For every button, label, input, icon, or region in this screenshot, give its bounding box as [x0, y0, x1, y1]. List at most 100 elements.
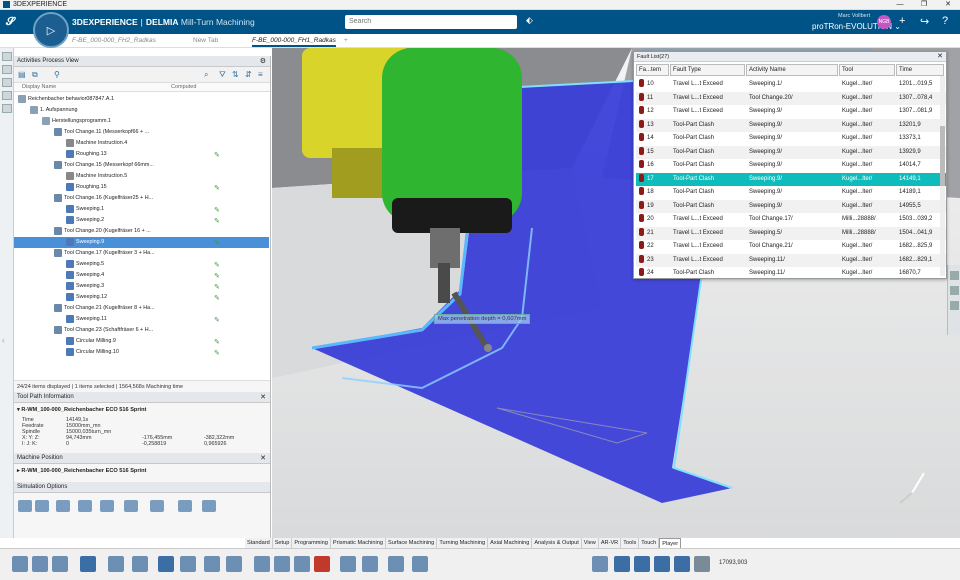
play-path-icon[interactable]	[158, 556, 174, 572]
play-icon[interactable]	[634, 556, 650, 572]
strip-tool-icon[interactable]	[2, 91, 12, 100]
help-icon[interactable]: ?	[942, 15, 948, 27]
sim-option-icon[interactable]	[202, 500, 216, 512]
view-tool-icon[interactable]	[950, 271, 959, 280]
workbench-tab[interactable]: Programming	[292, 538, 331, 548]
undo-icon[interactable]	[80, 556, 96, 572]
stock-icon[interactable]	[294, 556, 310, 572]
fault-row[interactable]: 11 Travel L...t Exceed Tool Change.20/Kuge…	[636, 91, 946, 105]
fault-row[interactable]: 17 Tool-Part Clash Sweeping.9/Kugel...lter…	[636, 172, 946, 186]
tree-row[interactable]: Sweeping.1 ✎	[14, 204, 269, 215]
tree-row[interactable]: Tool Change.11 (Messerkopf66 + ...	[14, 127, 269, 138]
tab-fh2[interactable]: F-BE_000-000_FH2_Radkas	[72, 37, 156, 44]
workbench-tab[interactable]: Axial Machining	[488, 538, 533, 548]
tree-row[interactable]: Sweeping.5 ✎	[14, 259, 269, 270]
minimize-button[interactable]: —	[888, 0, 912, 10]
view-tool-icon[interactable]	[950, 301, 959, 310]
fault-row[interactable]: 18 Tool-Part Clash Sweeping.9/Kugel...lter…	[636, 186, 946, 200]
funnel-icon[interactable]: ⛛	[219, 70, 226, 80]
workbench-tab[interactable]: Surface Machining	[385, 538, 438, 548]
tree-row[interactable]: Circular Milling.9 ✎	[14, 336, 269, 347]
col-tool[interactable]: Tool	[839, 64, 895, 76]
paste-icon[interactable]	[52, 556, 68, 572]
tree-row[interactable]: Tool Change.17 (Kugelfräser 3 + Ha...	[14, 248, 269, 259]
export-video-icon[interactable]	[592, 556, 608, 572]
sim-option-icon[interactable]	[150, 500, 164, 512]
simulate-icon[interactable]	[204, 556, 220, 572]
sim-option-icon[interactable]	[56, 500, 70, 512]
tree-row[interactable]: 1. Aufspannung	[14, 105, 269, 116]
sim-option-icon[interactable]	[78, 500, 92, 512]
close-icon[interactable]: ✕	[260, 453, 266, 464]
tab-new[interactable]: New Tab	[193, 37, 218, 44]
tree-row[interactable]: Herstellungsprogramm.1	[14, 116, 269, 127]
analysis-icon[interactable]	[340, 556, 356, 572]
tree-row[interactable]: Tool Change.23 (Schaftfräser 6 + H...	[14, 325, 269, 336]
snap-icon[interactable]	[108, 556, 124, 572]
add-tab-button[interactable]: +	[344, 37, 348, 44]
material-removal-icon[interactable]	[254, 556, 270, 572]
tree-row[interactable]: Sweeping.3 ✎	[14, 281, 269, 292]
color-icon[interactable]	[314, 556, 330, 572]
collapse-left-icon[interactable]: ‹	[2, 336, 5, 345]
fault-scrollbar[interactable]	[940, 76, 945, 276]
tab-fh1[interactable]: F-BE_000-000_FH1_Radkas	[252, 37, 336, 47]
filter-icon[interactable]: ▤	[18, 70, 26, 79]
replay-icon[interactable]	[180, 556, 196, 572]
view-tool-icon[interactable]	[950, 286, 959, 295]
workbench-tab[interactable]: Player	[659, 538, 682, 548]
avatar[interactable]: NGB	[877, 15, 891, 29]
transform-icon[interactable]	[132, 556, 148, 572]
strip-tool-icon[interactable]	[2, 78, 12, 87]
tag-icon[interactable]: ⬖	[526, 15, 533, 26]
fault-row[interactable]: 14 Tool-Part Clash Sweeping.9/Kugel...lter…	[636, 132, 946, 146]
nc-code-icon[interactable]	[412, 556, 428, 572]
tree-row[interactable]: Machine Instruction.4	[14, 138, 269, 149]
share-icon[interactable]: ↪	[920, 15, 929, 28]
close-icon[interactable]: ✕	[260, 392, 266, 403]
tree-options-icon[interactable]	[362, 556, 378, 572]
machine-position-machine[interactable]: ▸ R-WM_100-000_Reichenbacher ECO 516 Spr…	[14, 464, 270, 478]
workbench-tab[interactable]: Setup	[272, 538, 293, 548]
tree-row[interactable]: Sweeping.12 ✎	[14, 292, 269, 303]
copy-icon[interactable]: ⧉	[32, 70, 38, 80]
tree-row[interactable]: Sweeping.2 ✎	[14, 215, 269, 226]
tree-row[interactable]: Tool Change.20 (Kugelfräser 16 + ...	[14, 226, 269, 237]
fault-row[interactable]: 21 Travel L...t Exceed Sweeping.5/Milli...…	[636, 226, 946, 240]
fault-row[interactable]: 23 Travel L...t Exceed Sweeping.11/Kugel..…	[636, 253, 946, 267]
workbench-tab[interactable]: Standard	[245, 538, 273, 548]
search-icon[interactable]: ⌕	[204, 70, 208, 80]
tree-row[interactable]: Tool Change.15 (Messerkopf 66mm...	[14, 160, 269, 171]
fault-row[interactable]: 16 Tool-Part Clash Sweeping.9/Kugel...lter…	[636, 159, 946, 173]
fault-row[interactable]: 19 Tool-Part Clash Sweeping.9/Kugel...lter…	[636, 199, 946, 213]
player-settings-icon[interactable]	[694, 556, 710, 572]
col-activity-name[interactable]: Activity Name	[746, 64, 838, 76]
expand-icon[interactable]: ⇅	[232, 70, 239, 79]
add-icon[interactable]: +	[899, 15, 905, 27]
fault-row[interactable]: 15 Tool-Part Clash Sweeping.9/Kugel...lter…	[636, 145, 946, 159]
video-icon[interactable]	[226, 556, 242, 572]
col-display-name[interactable]: Display Name	[22, 84, 56, 90]
user-filter-icon[interactable]: ⚲	[54, 70, 60, 79]
workbench-tab[interactable]: Tools	[621, 538, 640, 548]
workbench-tab[interactable]: Turning Machining	[437, 538, 489, 548]
maximize-button[interactable]: ❐	[912, 0, 936, 10]
sim-option-icon[interactable]	[18, 500, 32, 512]
sim-option-icon[interactable]	[178, 500, 192, 512]
col-computed[interactable]: Computed	[171, 84, 196, 90]
close-icon[interactable]: ✕	[937, 52, 943, 60]
fault-row[interactable]: 20 Travel L...t Exceed Tool Change.17/Mill…	[636, 213, 946, 227]
sim-option-icon[interactable]	[100, 500, 114, 512]
workbench-tab[interactable]: AR-VR	[598, 538, 622, 548]
workbench-tab[interactable]: Analysis & Output	[532, 538, 582, 548]
workbench-tab[interactable]: Touch	[639, 538, 660, 548]
sim-option-icon[interactable]	[124, 500, 138, 512]
part-comparison-icon[interactable]	[274, 556, 290, 572]
tree-row[interactable]: Circular Milling.10 ✎	[14, 347, 269, 358]
settings-icon[interactable]: ⚙	[260, 56, 266, 67]
close-button[interactable]: ✕	[936, 0, 960, 10]
col-fault-type[interactable]: Fault Type	[670, 64, 745, 76]
tree-row[interactable]: Tool Change.21 (Kugelfräser 8 + Ha...	[14, 303, 269, 314]
col-fault-item[interactable]: Fa...tem	[636, 64, 669, 76]
sim-option-icon[interactable]	[35, 500, 49, 512]
